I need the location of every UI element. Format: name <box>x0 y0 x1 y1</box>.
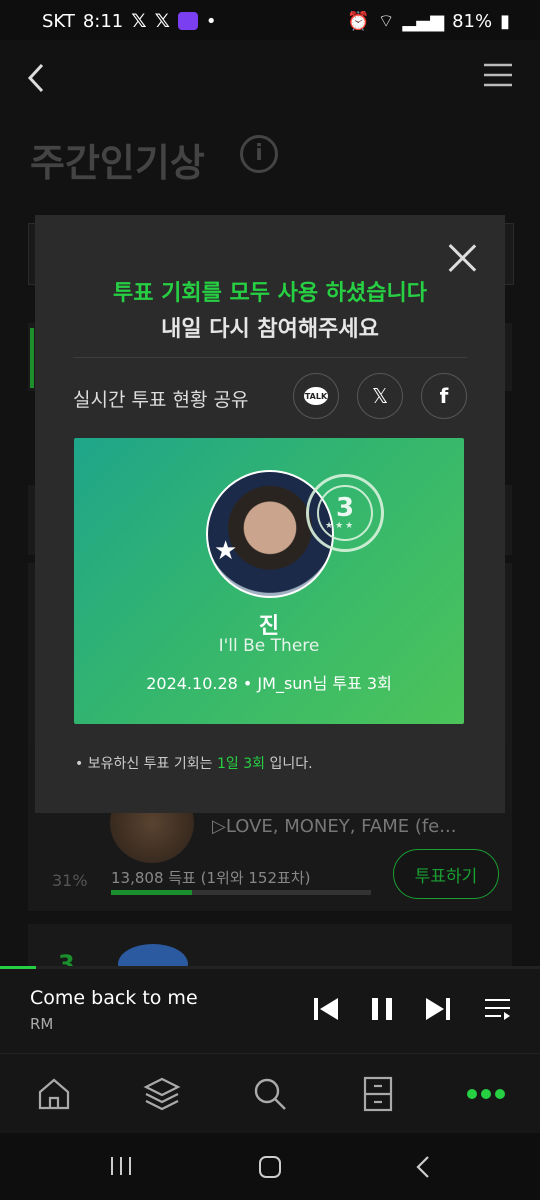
now-playing-title: Come back to me <box>30 987 198 1009</box>
page-title: 주간인기상 <box>30 141 205 185</box>
pause-icon[interactable] <box>368 995 396 1023</box>
come-back-message: 내일 다시 참여해주세요 <box>161 317 379 342</box>
signal-icon: ▂▄▆ <box>402 11 445 32</box>
battery-icon: ▮ <box>500 11 510 32</box>
mini-player[interactable]: Come back to me RM <box>0 969 540 1053</box>
x-icon: 𝕏 <box>371 384 389 408</box>
note-prefix: • 보유하신 투표 기회는 <box>75 756 217 772</box>
dot-indicator-icon: • <box>205 10 217 32</box>
vote-share-card: ★ 3 ★★★ 진 I'll Be There 2024.10.28 • JM_… <box>74 438 464 724</box>
kakaotalk-icon: TALK <box>304 387 328 405</box>
previous-icon[interactable] <box>312 995 340 1023</box>
x-notification-icon-2: 𝕏 <box>154 10 170 32</box>
facebook-icon: f <box>439 384 449 408</box>
stamp-number: 3 <box>317 485 373 541</box>
note-highlight: 1일 3회 <box>216 756 266 772</box>
vote-limit-note: • 보유하신 투표 기회는 1일 3회 입니다. <box>75 753 313 773</box>
list-item-votes: 13,808 득표 (1위와 152표차) <box>111 869 311 887</box>
vote-count-stamp: 3 ★★★ <box>306 474 384 552</box>
vote-meta: 2024.10.28 • JM_sun님 투표 3회 <box>146 674 392 693</box>
alarm-icon: ⏰ <box>347 11 370 32</box>
more-icon <box>467 1089 505 1099</box>
menu-icon[interactable] <box>483 62 513 88</box>
x-share-button[interactable]: 𝕏 <box>357 373 403 419</box>
nav-more[interactable] <box>466 1074 506 1114</box>
info-icon[interactable]: i <box>240 135 278 173</box>
nav-storage[interactable] <box>358 1074 398 1114</box>
nav-library[interactable] <box>142 1074 182 1114</box>
storage-icon <box>363 1076 393 1112</box>
playlist-icon[interactable] <box>484 995 512 1023</box>
song-title: I'll Be There <box>218 636 320 656</box>
app-header <box>0 40 540 120</box>
layers-icon <box>143 1077 181 1111</box>
vote-exhausted-message: 투표 기회를 모두 사용 하셨습니다 <box>113 281 427 306</box>
vote-button[interactable]: 투표하기 <box>393 849 499 899</box>
search-icon <box>254 1078 286 1110</box>
nav-home[interactable] <box>34 1074 74 1114</box>
back-icon[interactable] <box>26 62 46 94</box>
star-icon: ★ <box>214 536 238 566</box>
facebook-share-button[interactable]: f <box>421 373 467 419</box>
vote-result-modal: 투표 기회를 모두 사용 하셨습니다 내일 다시 참여해주세요 실시간 투표 현… <box>35 215 505 813</box>
battery-level: 81% <box>452 11 493 32</box>
back-button-icon[interactable] <box>414 1155 432 1179</box>
next-list-item: 3 <box>28 924 512 984</box>
home-button-icon[interactable] <box>258 1155 282 1179</box>
next-icon[interactable] <box>424 995 452 1023</box>
list-item-song: ▷LOVE, MONEY, FAME (fe... <box>212 816 457 837</box>
bottom-navigation <box>0 1053 540 1134</box>
now-playing-artist: RM <box>30 1015 54 1033</box>
title-row: 주간인기상 i <box>0 120 540 195</box>
system-navigation <box>0 1133 540 1200</box>
home-icon <box>38 1078 70 1110</box>
wifi-icon: ⌔ <box>377 11 395 32</box>
status-bar: SKT 8:11 𝕏 𝕏 • ⏰ ⌔ ▂▄▆ 81% ▮ <box>0 0 540 40</box>
carrier-label: SKT <box>42 10 75 32</box>
list-item-percent: 31% <box>52 871 88 890</box>
stamp-stars-icon: ★★★ <box>325 521 356 531</box>
x-notification-icon: 𝕏 <box>131 10 147 32</box>
kakaotalk-share-button[interactable]: TALK <box>293 373 339 419</box>
close-icon[interactable] <box>447 243 477 273</box>
clock: 8:11 <box>82 10 124 32</box>
app-notification-icon <box>177 12 198 30</box>
vote-progress-fill <box>111 890 192 895</box>
recent-apps-icon[interactable] <box>108 1155 134 1177</box>
nav-search[interactable] <box>250 1074 290 1114</box>
divider <box>73 357 467 358</box>
share-label: 실시간 투표 현황 공유 <box>73 389 249 411</box>
note-suffix: 입니다. <box>265 756 313 772</box>
